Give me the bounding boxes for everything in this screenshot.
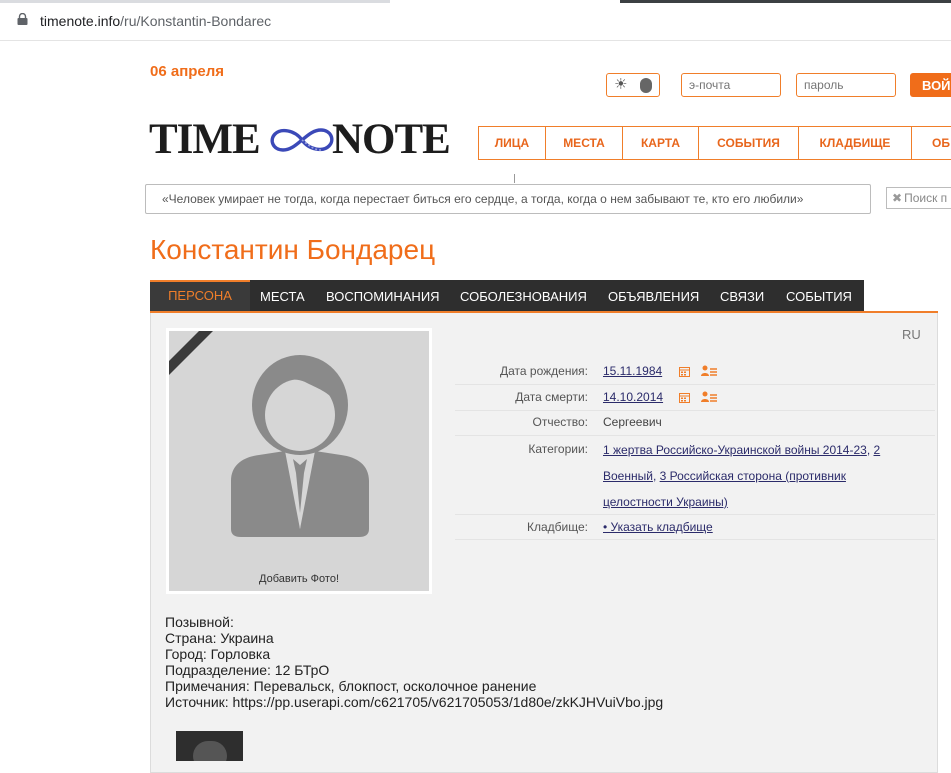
tab-person[interactable]: ПЕРСОНА [150, 280, 250, 312]
moon-icon [640, 78, 652, 93]
photo-thumbnail[interactable] [176, 731, 243, 761]
lock-icon [17, 13, 28, 25]
clear-icon[interactable]: ✖ [892, 191, 902, 205]
tab-announcements[interactable]: ОБЪЯВЛЕНИЯ [608, 280, 699, 312]
death-date-value[interactable]: 14.10.2014 [603, 390, 663, 404]
logo-time: TIME [149, 116, 261, 163]
detail-unit: Подразделение: 12 БТрО [165, 662, 330, 678]
detail-city: Город: Горловка [165, 646, 271, 662]
patronymic-row: Отчество: Сергеевич [455, 411, 935, 436]
page-title: Константин Бондарец [150, 234, 436, 265]
birth-date-label: Дата рождения: [500, 364, 588, 378]
search-placeholder: Поиск п [904, 191, 948, 205]
password-field[interactable] [796, 73, 896, 97]
detail-country: Страна: Украина [165, 630, 274, 646]
nav-events[interactable]: СОБЫТИЯ [699, 127, 799, 159]
quote-banner: «Человек умирает не тогда, когда переста… [145, 184, 871, 214]
calendar-icon[interactable] [679, 392, 690, 403]
avatar-silhouette-icon [231, 355, 369, 537]
detail-callsign: Позывной: [165, 614, 234, 630]
tab-places[interactable]: МЕСТА [260, 280, 305, 312]
categories-list: 1 жертва Российско-Украинской войны 2014… [603, 443, 881, 509]
current-date: 06 апреля [150, 63, 225, 80]
nav-map[interactable]: КАРТА [623, 127, 699, 159]
categories-label: Категории: [528, 442, 588, 456]
email-field[interactable] [681, 73, 781, 97]
browser-address-bar[interactable]: timenote.info/ru/Konstantin-Bondarec [0, 0, 951, 41]
detail-source: Источник: https://pp.userapi.com/c621705… [165, 694, 664, 710]
mourning-ribbon-icon [169, 331, 213, 375]
search-input[interactable]: ✖ Поиск п [886, 187, 951, 209]
birth-date-value[interactable]: 15.11.1984 [603, 364, 662, 378]
cemetery-row: Кладбище: • Указать кладбище [455, 515, 935, 540]
logo-note: NOTE [332, 116, 451, 163]
main-navigation: ЛИЦА МЕСТА КАРТА СОБЫТИЯ КЛАДБИЩЕ ОБ [478, 126, 951, 160]
nav-cemetery[interactable]: КЛАДБИЩЕ [799, 127, 912, 159]
person-list-icon[interactable] [701, 365, 718, 377]
sun-icon: ☀ [614, 76, 628, 93]
infinity-icon [270, 128, 334, 152]
patronymic-label: Отчество: [532, 415, 589, 429]
tab-strip-edge [0, 0, 390, 3]
person-list-icon[interactable] [701, 391, 718, 403]
photo-placeholder[interactable]: Добавить Фото! [166, 328, 432, 594]
tab-strip-edge-dark [620, 0, 951, 3]
login-button[interactable]: ВОЙ [910, 73, 951, 97]
quote-pointer [514, 174, 515, 183]
detail-notes: Примечания: Перевальск, блокпост, осколо… [165, 678, 537, 694]
person-tab-bar: ПЕРСОНА МЕСТА ВОСПОМИНАНИЯ СОБОЛЕЗНОВАНИ… [150, 280, 864, 312]
cemetery-link[interactable]: • Указать кладбище [603, 520, 713, 534]
nav-places[interactable]: МЕСТА [546, 127, 623, 159]
category-link[interactable]: 1 жертва Российско-Украинской войны 2014… [603, 443, 867, 457]
death-date-row: Дата смерти: 14.10.2014 [455, 385, 935, 411]
tab-relations[interactable]: СВЯЗИ [720, 280, 764, 312]
person-details: Позывной: Страна: Украина Город: Горловк… [165, 614, 663, 710]
nav-more[interactable]: ОБ [912, 127, 951, 159]
tab-events[interactable]: СОБЫТИЯ [786, 280, 852, 312]
tab-condolences[interactable]: СОБОЛЕЗНОВАНИЯ [460, 280, 587, 312]
nav-faces[interactable]: ЛИЦА [479, 127, 546, 159]
url-text[interactable]: timenote.info/ru/Konstantin-Bondarec [40, 13, 271, 29]
calendar-icon[interactable] [679, 366, 690, 377]
cemetery-label: Кладбище: [527, 520, 588, 534]
tab-memories[interactable]: ВОСПОМИНАНИЯ [326, 280, 440, 312]
birth-date-row: Дата рождения: 15.11.1984 [455, 360, 935, 385]
add-photo-label[interactable]: Добавить Фото! [169, 573, 429, 585]
patronymic-value: Сергеевич [603, 415, 662, 429]
avatar-thumb-icon [193, 741, 227, 761]
theme-toggle[interactable]: ☀ [606, 73, 660, 97]
language-label[interactable]: RU [902, 327, 921, 342]
death-date-label: Дата смерти: [515, 390, 588, 404]
